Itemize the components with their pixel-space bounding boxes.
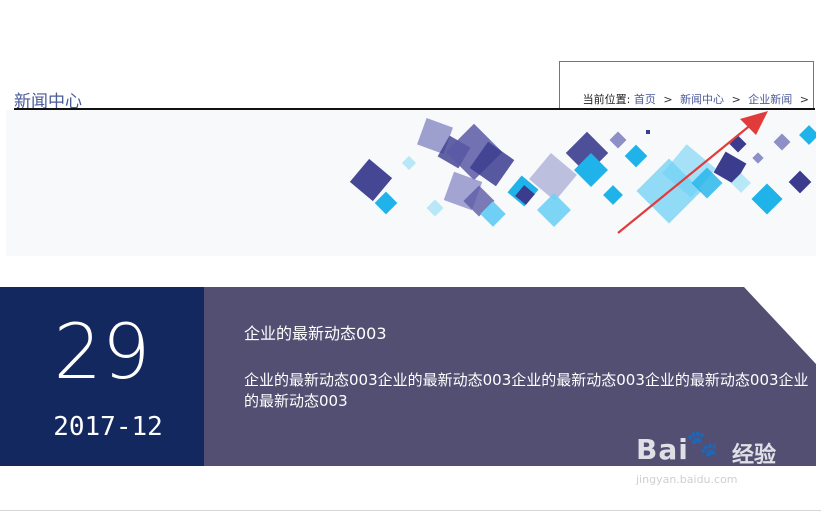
- bottom-divider: [0, 510, 821, 511]
- news-title-link[interactable]: 企业的最新动态003: [244, 320, 387, 344]
- date-day: 29: [53, 307, 151, 396]
- baidu-jingyan-watermark: Bai 🐾 经验 jingyan.baidu.com: [636, 425, 786, 495]
- watermark-url: jingyan.baidu.com: [636, 473, 738, 486]
- date-year-month: 2017-12: [53, 412, 163, 442]
- watermark-brand-cn: 经验: [732, 443, 777, 468]
- paw-icon: 🐾: [686, 429, 719, 459]
- date-badge: 29 2017-12: [0, 287, 204, 466]
- annotation-arrow: [617, 111, 768, 234]
- watermark-brand: Bai: [636, 433, 689, 466]
- news-summary: 企业的最新动态003企业的最新动态003企业的最新动态003企业的最新动态003…: [244, 371, 809, 410]
